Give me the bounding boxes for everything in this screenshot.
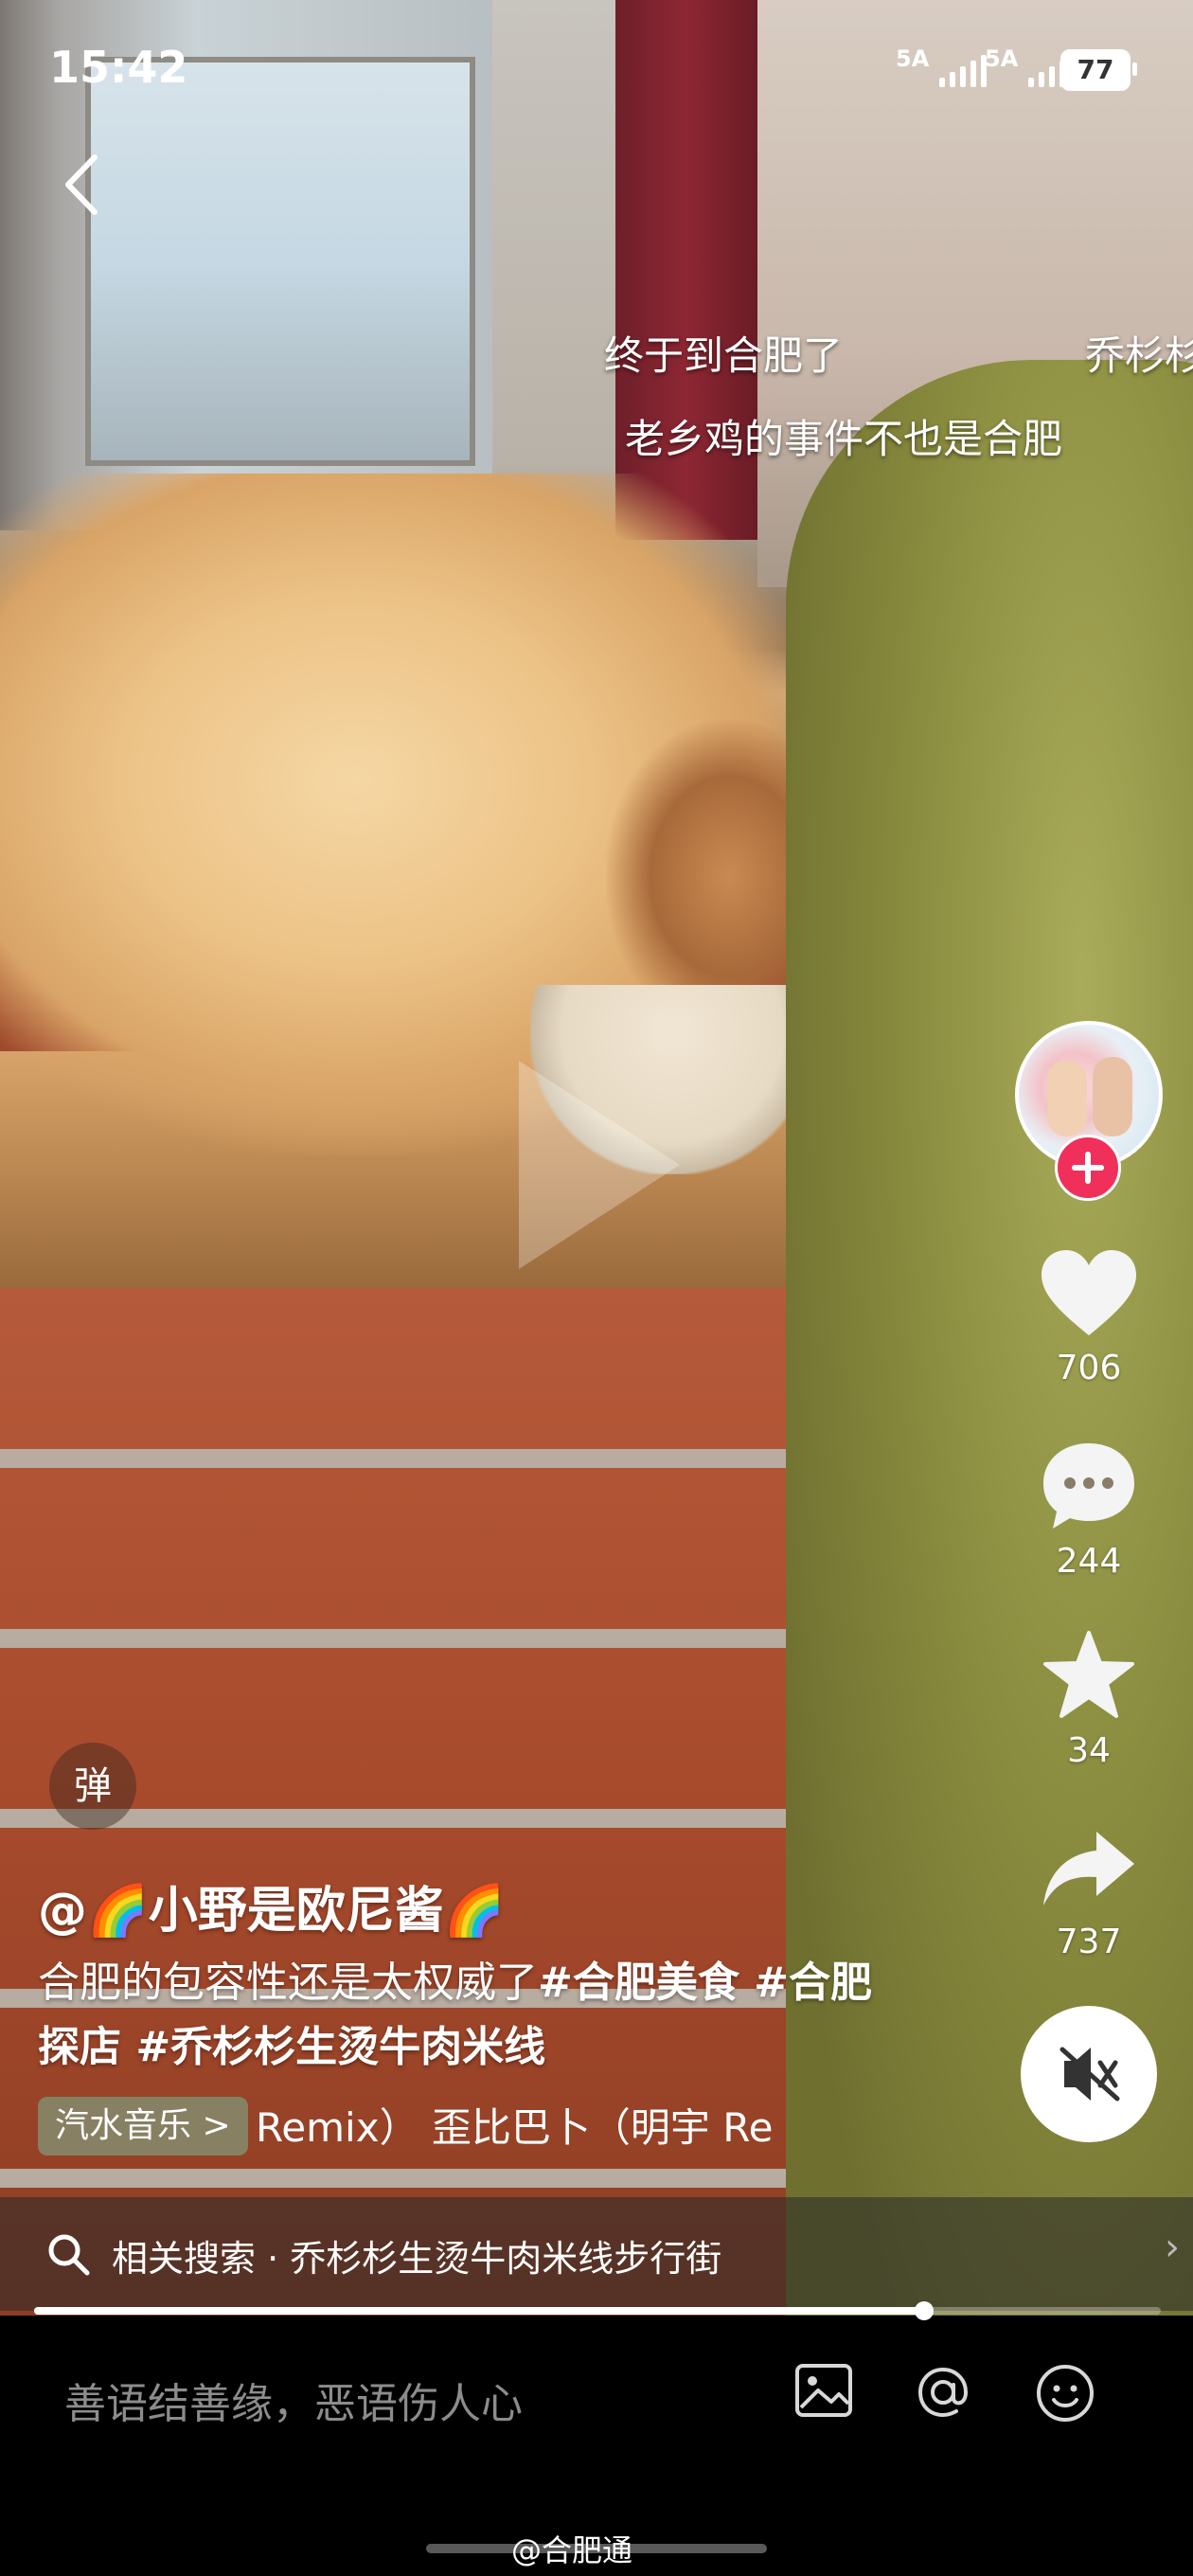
share-arrow-icon [1043,1832,1134,1905]
status-time: 15:42 [49,42,188,93]
music-title[interactable]: Remix） 歪比巴卜（明宇 Re [256,2101,843,2156]
comment-bubble-icon [1043,1443,1134,1529]
danmaku-comment: 老乡鸡的事件不也是合肥 [625,416,1063,462]
play-icon[interactable] [519,1061,680,1269]
at-mention-icon[interactable] [913,2362,973,2423]
plus-icon [1072,1152,1104,1184]
comment-count: 244 [1056,1542,1122,1581]
search-icon [48,2234,90,2276]
emoji-icon[interactable] [1034,2362,1096,2424]
star-icon [1043,1631,1134,1718]
author-name[interactable]: @🌈小野是欧尼酱🌈 [38,1870,506,1941]
danmaku-comment: 乔杉杉 [1085,332,1193,379]
image-icon[interactable] [793,2362,854,2419]
post-description: 合肥的包容性还是太权威了#合肥美食 #合肥探店 #乔杉杉生烫牛肉米线 [38,1951,909,2080]
chevron-left-icon [65,154,98,215]
like-button[interactable]: 706 [1023,1248,1155,1387]
danmaku-comment: 终于到合肥了 [604,332,844,379]
related-search-text: 相关搜索 · 乔杉杉生烫牛肉米线步行街 [112,2238,722,2280]
like-count: 706 [1056,1349,1122,1387]
comment-button[interactable]: 244 [1023,1440,1155,1581]
comment-input[interactable]: 善语结善缘，恶语伤人心 [0,2330,1193,2453]
status-bar: 15:42 5A 5A 77 [0,0,1193,142]
heart-icon [1042,1250,1136,1335]
speaker-muted-icon [1059,2047,1120,2102]
favorite-button[interactable]: 34 [1023,1629,1155,1770]
description-text: 合肥的包容性还是太权威了 [38,1959,538,2007]
share-count: 737 [1056,1923,1122,1961]
music-app-tag[interactable]: 汽水音乐 > [38,2097,248,2156]
related-search-bar[interactable]: 相关搜索 · 乔杉杉生烫牛肉米线步行街 › [0,2197,1193,2311]
playback-progress-bar[interactable] [34,2301,1161,2320]
comment-placeholder: 善语结善缘，恶语伤人心 [64,2380,523,2428]
home-indicator[interactable] [426,2544,767,2553]
progress-handle[interactable] [915,2301,935,2320]
share-button[interactable]: 737 [1023,1826,1155,1961]
progress-fill [34,2307,925,2315]
follow-button[interactable] [1055,1135,1121,1201]
battery-icon: 77 [1060,49,1137,91]
danmaku-toggle-button[interactable]: 弹 [49,1743,136,1830]
mute-button[interactable] [1021,2006,1157,2142]
favorite-count: 34 [1067,1731,1111,1770]
back-button[interactable] [57,152,114,218]
chevron-right-icon: › [1165,2226,1180,2269]
